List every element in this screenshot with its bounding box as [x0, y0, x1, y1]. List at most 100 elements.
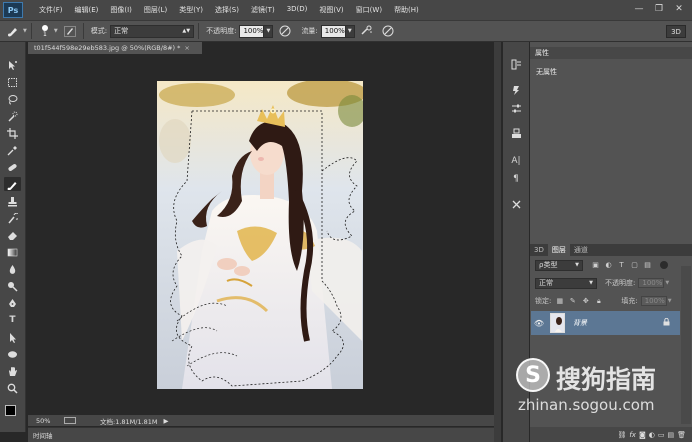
sogou-watermark-text: 搜狗指南	[556, 365, 657, 394]
menu-layer[interactable]: 图层(L)	[138, 5, 173, 15]
zoom-tool-icon[interactable]	[4, 381, 21, 395]
tab-layers[interactable]: 图层	[547, 244, 570, 256]
hand-tool-icon[interactable]	[4, 364, 21, 378]
brush-preset-picker[interactable]: 1	[39, 24, 51, 38]
lock-transparent-icon[interactable]: ▦	[555, 297, 564, 306]
brush-picker-arrow-icon[interactable]: ▼	[54, 28, 58, 34]
gradient-tool-icon[interactable]	[4, 245, 21, 259]
workspace-3d-button[interactable]: 3D	[666, 25, 686, 38]
document-image[interactable]	[157, 79, 367, 389]
visibility-eye-icon[interactable]: 👁︎	[531, 319, 547, 328]
minimize-button[interactable]: —	[630, 2, 648, 16]
character-panel-icon[interactable]: A|	[509, 154, 523, 167]
actions-panel-icon[interactable]	[509, 84, 523, 97]
tab-3d[interactable]: 3D	[530, 244, 548, 256]
paragraph-panel-icon[interactable]: ¶	[509, 172, 523, 185]
menu-select[interactable]: 选择(S)	[209, 5, 245, 15]
layers-bottom-bar: ⛓︎ fx ◙ ◐ ▭ ▤ 🗑︎	[530, 427, 692, 442]
dock-collapse-strip[interactable]	[494, 42, 501, 442]
dodge-tool-icon[interactable]	[4, 279, 21, 293]
clone-stamp-tool-icon[interactable]	[4, 194, 21, 208]
opacity-input[interactable]: 100%	[239, 24, 265, 38]
marquee-tool-icon[interactable]	[4, 75, 21, 89]
document-tab[interactable]: t01f544f598e29eb583.jpg @ 50%(RGB/8#) * …	[28, 42, 202, 54]
close-tab-icon[interactable]: ×	[184, 44, 189, 52]
delete-layer-icon[interactable]: 🗑︎	[677, 431, 686, 439]
layer-opacity-input[interactable]: 100%	[638, 278, 665, 288]
opacity-arrow-icon[interactable]: ▼	[665, 280, 669, 286]
flow-dropdown-icon[interactable]: ▼	[345, 24, 355, 38]
type-tool-icon[interactable]: T	[4, 313, 21, 327]
restore-button[interactable]: ❐	[650, 2, 668, 16]
menu-3d[interactable]: 3D(D)	[281, 5, 314, 15]
path-selection-tool-icon[interactable]	[4, 330, 21, 344]
layer-row-background[interactable]: 👁︎ 背景	[531, 311, 680, 335]
blend-mode-select[interactable]: 正常 ▼	[535, 277, 597, 289]
menu-type[interactable]: 类型(Y)	[173, 5, 209, 15]
properties-title: 属性	[535, 49, 549, 57]
zoom-level[interactable]: 50%	[36, 417, 58, 425]
pressure-opacity-icon[interactable]	[278, 24, 292, 38]
layers-scrollbar[interactable]	[681, 266, 691, 424]
new-group-icon[interactable]: ▭	[658, 431, 665, 439]
filter-toggle-icon[interactable]	[660, 261, 668, 269]
menu-view[interactable]: 视图(V)	[313, 5, 349, 15]
link-layers-icon[interactable]: ⛓︎	[617, 431, 626, 439]
healing-brush-tool-icon[interactable]	[4, 160, 21, 174]
menu-image[interactable]: 图像(I)	[104, 5, 138, 15]
layer-name[interactable]: 背景	[573, 318, 587, 328]
opacity-dropdown-icon[interactable]: ▼	[264, 24, 274, 38]
new-layer-icon[interactable]: ▤	[667, 431, 674, 439]
adjustments-panel-icon[interactable]	[509, 102, 523, 115]
filter-type-icon[interactable]: T	[617, 261, 626, 270]
mode-select[interactable]: 正常 ▲▼	[110, 24, 195, 38]
filter-shape-icon[interactable]: ▢	[630, 261, 639, 270]
filter-adjustment-icon[interactable]: ◐	[604, 261, 613, 270]
layer-filter-select[interactable]: ρ类型 ▼	[535, 259, 583, 271]
blur-tool-icon[interactable]	[4, 262, 21, 276]
eyedropper-tool-icon[interactable]	[4, 143, 21, 157]
lock-position-icon[interactable]: ✥	[581, 297, 590, 306]
timeline-label: 时间轴	[33, 432, 53, 440]
lock-image-icon[interactable]: ✎	[568, 297, 577, 306]
foreground-color-swatch[interactable]	[5, 405, 16, 416]
timeline-panel[interactable]: 时间轴	[28, 427, 495, 442]
layer-style-icon[interactable]: fx	[629, 431, 636, 439]
airbrush-icon[interactable]	[360, 24, 374, 38]
filter-pixel-icon[interactable]: ▣	[591, 261, 600, 270]
history-panel-icon[interactable]	[509, 58, 523, 71]
layers-panel-tabs: 3D 图层 通道	[530, 244, 692, 256]
menu-file[interactable]: 文件(F)	[33, 5, 69, 15]
tab-channels[interactable]: 通道	[570, 244, 592, 256]
menu-filter[interactable]: 滤镜(T)	[245, 5, 281, 15]
lock-all-icon[interactable]: 🔒︎	[594, 297, 603, 306]
tool-preset-arrow-icon[interactable]: ▼	[23, 28, 27, 34]
crop-tool-icon[interactable]	[4, 126, 21, 140]
brush-tool-icon[interactable]	[4, 177, 21, 191]
brush-tool-icon[interactable]	[6, 24, 20, 38]
history-brush-tool-icon[interactable]	[4, 211, 21, 225]
fill-arrow-icon[interactable]: ▼	[668, 298, 672, 304]
move-tool-icon[interactable]	[4, 58, 21, 72]
pen-tool-icon[interactable]	[4, 296, 21, 310]
filter-smart-object-icon[interactable]: ▤	[643, 261, 652, 270]
properties-panel-header[interactable]: 属性	[530, 47, 692, 59]
fill-input[interactable]: 100%	[640, 296, 667, 306]
menu-help[interactable]: 帮助(H)	[388, 5, 425, 15]
add-mask-icon[interactable]: ◙	[639, 431, 646, 439]
menu-edit[interactable]: 编辑(E)	[69, 5, 105, 15]
quick-selection-tool-icon[interactable]	[4, 109, 21, 123]
status-menu-arrow-icon[interactable]: ▶	[164, 417, 169, 425]
flow-input[interactable]: 100%	[320, 24, 346, 38]
brush-panel-toggle-icon[interactable]	[63, 25, 76, 37]
lasso-tool-icon[interactable]	[4, 92, 21, 106]
tool-presets-panel-icon[interactable]	[509, 198, 523, 211]
layer-comps-panel-icon[interactable]	[509, 127, 523, 140]
adjustment-layer-icon[interactable]: ◐	[649, 431, 655, 439]
flow-label: 流量:	[301, 27, 318, 35]
eraser-tool-icon[interactable]	[4, 228, 21, 242]
menu-window[interactable]: 窗口(W)	[350, 5, 388, 15]
close-button[interactable]: ✕	[670, 2, 688, 16]
pressure-size-icon[interactable]	[381, 24, 395, 38]
shape-tool-icon[interactable]	[4, 347, 21, 361]
